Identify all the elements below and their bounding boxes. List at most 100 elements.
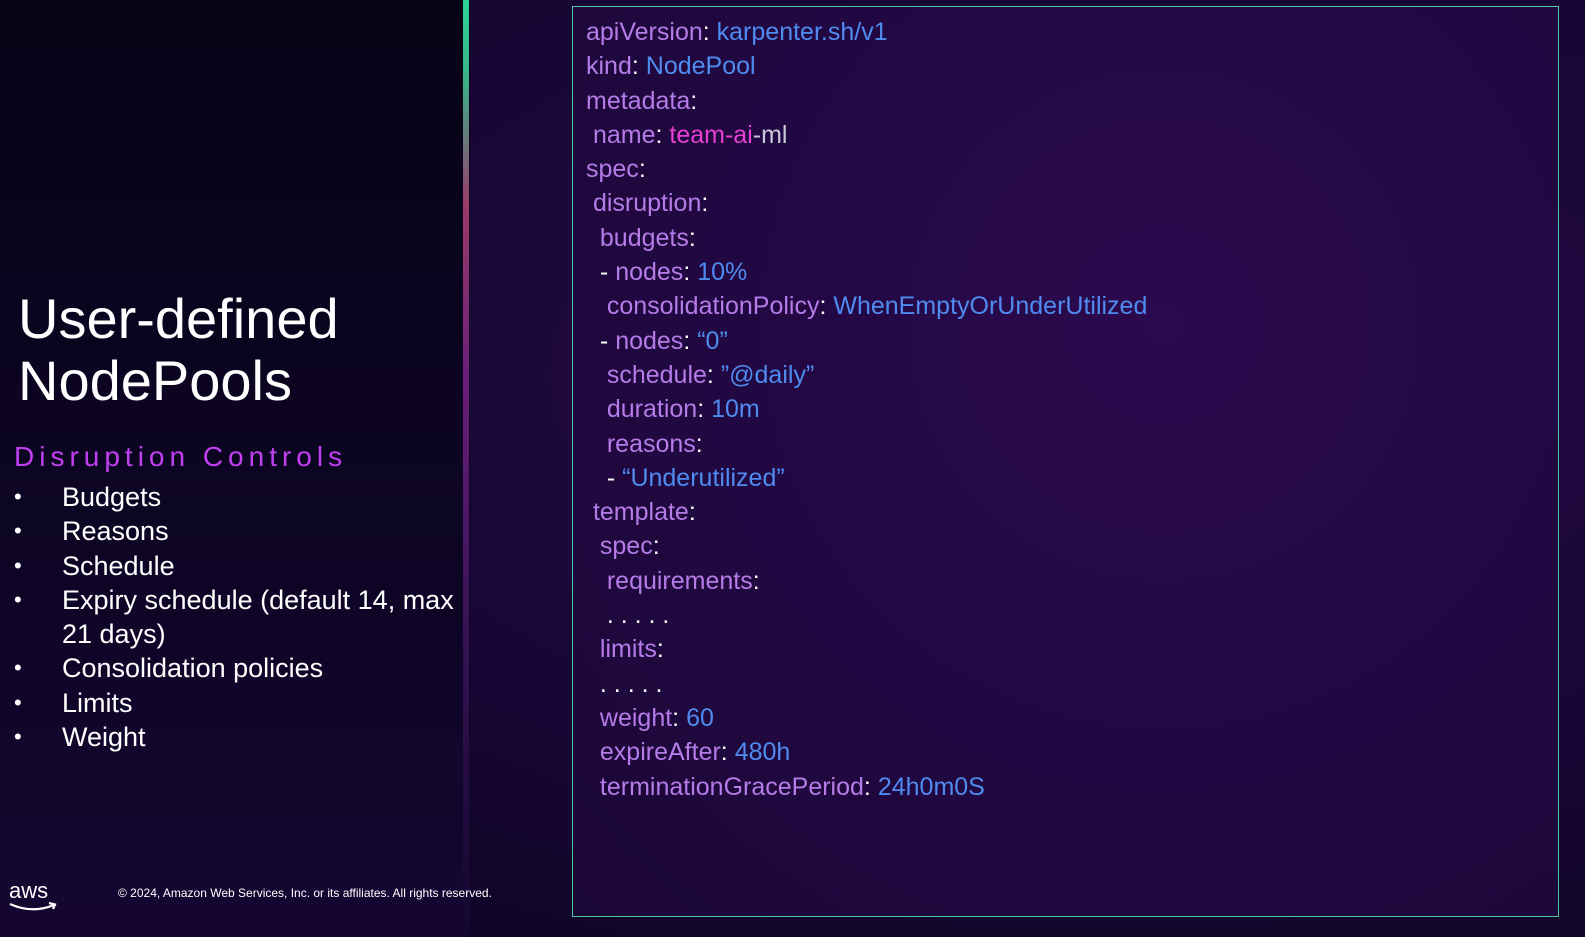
bullet-item: • Expiry schedule (default 14, max 21 day…: [14, 583, 454, 652]
code-colon: :: [720, 738, 735, 767]
slide-subtitle: Disruption Controls: [14, 441, 348, 472]
yaml-code-panel: apiVersion: karpenter.sh/v1 kind: NodePoo…: [572, 6, 1559, 917]
code-colon: :: [706, 360, 721, 389]
copyright-text: © 2024, Amazon Web Services, Inc. or its…: [118, 886, 492, 900]
code-key: name: [592, 120, 656, 149]
accent-divider-line: [463, 0, 469, 937]
code-colon: :: [631, 52, 646, 81]
bullet-text: Reasons: [62, 516, 169, 547]
code-colon: :: [819, 292, 834, 321]
code-list-dash: -: [606, 463, 623, 492]
code-value: “Underutilized”: [622, 463, 785, 492]
bullet-item: • Budgets: [14, 480, 454, 514]
code-value: WhenEmptyOrUnderUtilized: [833, 292, 1148, 321]
code-colon: :: [695, 429, 703, 458]
code-key: weight: [599, 703, 673, 732]
code-colon: :: [683, 258, 698, 287]
code-key: terminationGracePeriod: [599, 772, 864, 801]
code-value: team-ai: [669, 120, 753, 149]
code-colon: :: [697, 395, 712, 424]
code-key: apiVersion: [586, 18, 703, 46]
code-line: - nodes: “0”: [586, 324, 1147, 358]
bullet-dot-icon: •: [14, 552, 22, 578]
bullet-dot-icon: •: [14, 586, 22, 612]
code-colon: :: [683, 326, 698, 355]
code-key: disruption: [592, 189, 702, 218]
code-line: apiVersion: karpenter.sh/v1: [586, 15, 1147, 49]
code-key: nodes: [615, 326, 684, 355]
code-value: 10%: [697, 258, 748, 287]
code-colon: :: [752, 566, 760, 595]
code-line: spec:: [586, 152, 1147, 186]
code-line: consolidationPolicy: WhenEmptyOrUnderUti…: [586, 289, 1148, 323]
code-line: duration: 10m: [586, 392, 1147, 426]
bullet-item: • Weight: [14, 720, 454, 754]
code-line: metadata:: [586, 84, 1147, 118]
bullet-item: • Consolidation policies: [14, 651, 454, 685]
code-key: consolidationPolicy: [606, 292, 820, 321]
bullet-dot-icon: •: [14, 655, 22, 681]
code-line: kind: NodePool: [586, 49, 1147, 83]
code-key: requirements: [606, 566, 753, 595]
bullet-text: Limits: [62, 687, 133, 718]
code-line: - nodes: 10%: [586, 255, 1147, 289]
code-line: terminationGracePeriod: 24h0m0S: [586, 770, 1147, 804]
bullet-item: • Schedule: [14, 549, 454, 583]
code-line: spec:: [586, 529, 1147, 563]
code-list-dash: -: [599, 326, 616, 355]
aws-logo-icon: aws: [9, 878, 57, 911]
code-value: . . . . .: [606, 601, 670, 630]
code-line: - “Underutilized”: [586, 461, 1147, 495]
code-value: 10m: [711, 395, 760, 424]
code-line: . . . . .: [586, 667, 1147, 701]
code-line: budgets:: [586, 221, 1147, 255]
code-colon: :: [701, 189, 709, 218]
code-value: ”@daily”: [720, 360, 815, 389]
code-colon: :: [690, 86, 698, 115]
code-key: budgets: [599, 223, 689, 252]
bullet-list: • Budgets • Reasons • Schedule • Expiry sche…: [14, 480, 454, 754]
code-key: expireAfter: [599, 738, 721, 767]
code-line: expireAfter: 480h: [586, 735, 1147, 769]
code-value: “0”: [697, 326, 728, 355]
bullet-item: • Limits: [14, 686, 454, 720]
code-key: nodes: [615, 258, 684, 287]
bullet-dot-icon: •: [14, 518, 22, 544]
bullet-item: • Reasons: [14, 514, 454, 548]
code-value-suffix: -ml: [752, 120, 788, 149]
bullet-dot-icon: •: [14, 689, 22, 715]
code-line: reasons:: [586, 427, 1147, 461]
code-colon: :: [702, 18, 717, 46]
code-value: 480h: [734, 738, 791, 767]
code-colon: :: [863, 772, 878, 801]
code-key: template: [592, 498, 689, 527]
bullet-dot-icon: •: [14, 484, 22, 509]
yaml-code-block: apiVersion: karpenter.sh/v1 kind: NodePoo…: [586, 15, 1147, 804]
code-colon: :: [655, 120, 670, 149]
code-line: template:: [586, 495, 1147, 529]
code-colon: :: [688, 223, 696, 252]
bullet-text: Budgets: [62, 482, 162, 512]
code-line: weight: 60: [586, 701, 1147, 735]
code-colon: :: [652, 532, 660, 561]
code-value: . . . . .: [599, 669, 663, 698]
aws-logo-text: aws: [9, 878, 48, 903]
code-key: duration: [606, 395, 698, 424]
bullet-text: Expiry schedule (default 14, max 21 days…: [62, 584, 454, 650]
